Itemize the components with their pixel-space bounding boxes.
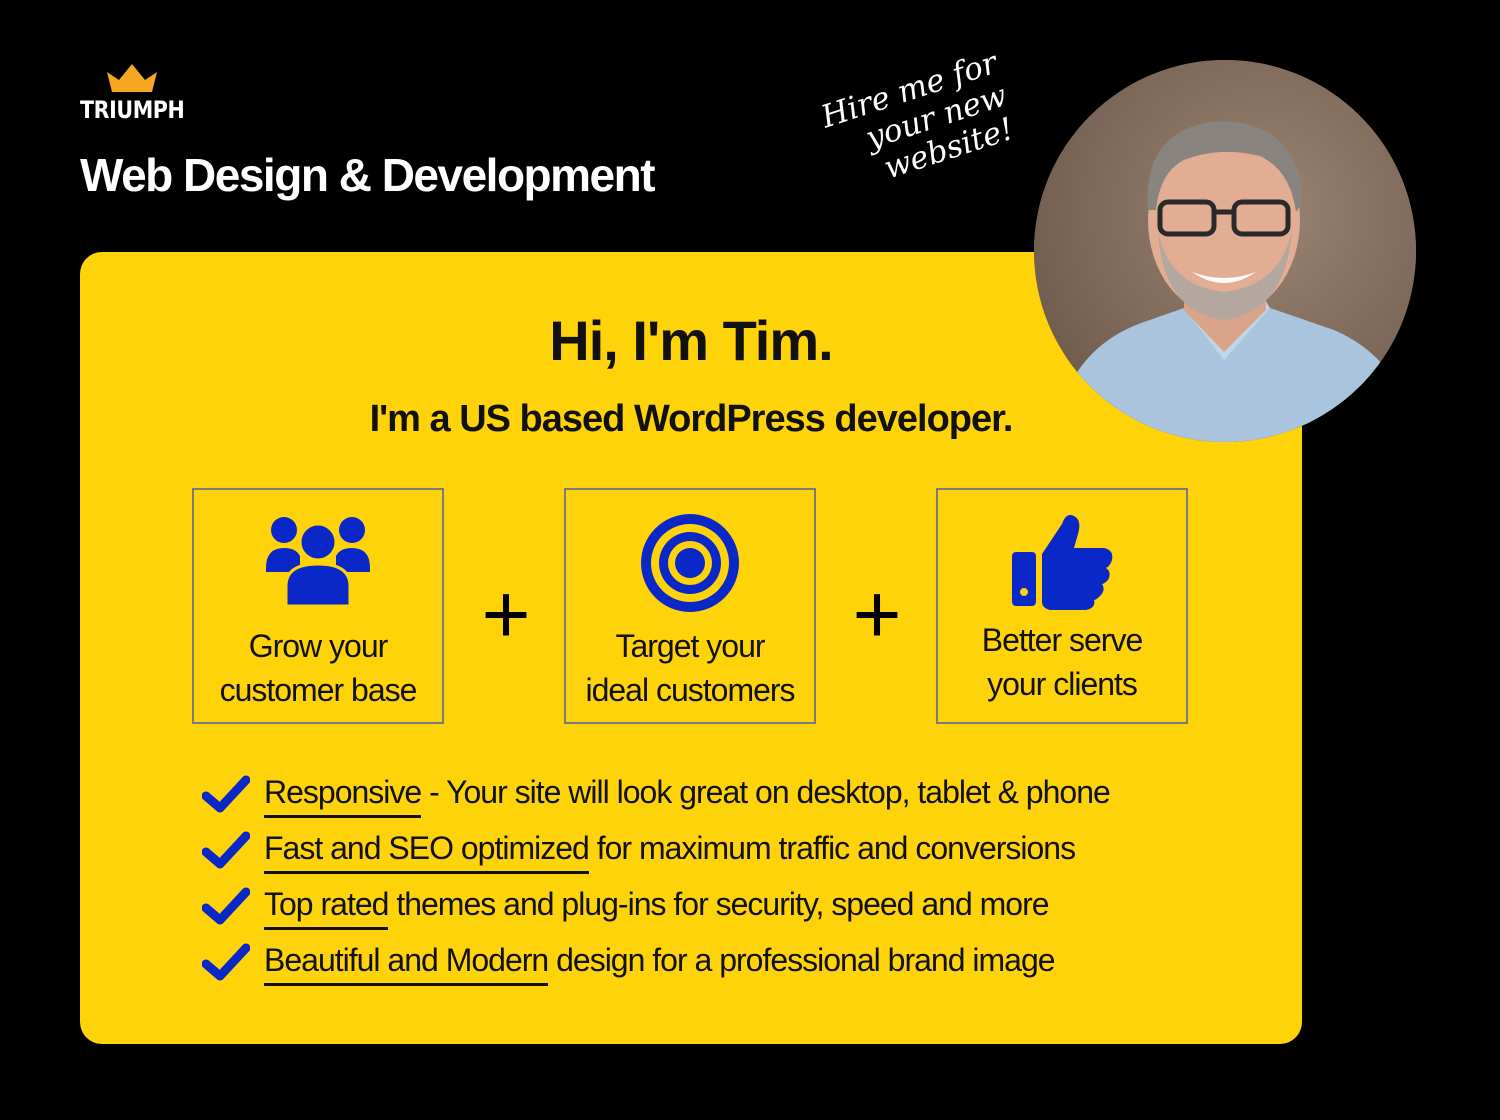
benefit-highlight: Top rated [264,886,389,930]
check-icon [202,887,250,925]
feature-grow-customers: Grow your customer base [192,488,444,724]
crown-icon [107,64,157,92]
check-icon [202,775,250,813]
plus-sign: + [481,567,531,661]
list-item: Responsive - Your site will look great o… [202,770,1262,826]
feature-serve-clients: Better serve your clients [936,488,1188,724]
portrait-illustration [1034,60,1416,442]
benefit-text: - Your site will look great on desktop, … [421,774,1111,810]
check-icon [202,943,250,981]
feature-label-line-2: your clients [987,666,1138,702]
benefits-list: Responsive - Your site will look great o… [202,770,1262,994]
feature-label-line-1: Target your [615,628,765,664]
page-title: Web Design & Development [80,149,656,201]
profile-photo [1034,60,1416,442]
plus-sign: + [852,567,902,661]
feature-label-line-1: Better serve [981,622,1144,658]
benefit-text: themes and plug-ins for security, speed … [388,886,1049,922]
check-icon [202,831,250,869]
feature-label-line-1: Grow your [248,628,389,664]
list-item: Beautiful and Modern design for a profes… [202,938,1262,994]
list-item: Fast and SEO optimized for maximum traff… [202,826,1262,882]
feature-label-line-2: customer base [219,672,418,708]
benefit-highlight: Responsive [264,774,422,818]
feature-target-customers: Target your ideal customers [564,488,816,724]
benefit-highlight: Fast and SEO optimized [264,830,590,874]
users-group-icon [266,517,370,608]
thumbs-up-icon [1012,515,1113,610]
benefit-highlight: Beautiful and Modern [264,942,549,986]
feature-label-line-2: ideal customers [585,672,795,708]
list-item: Top rated themes and plug-ins for securi… [202,882,1262,938]
target-icon [641,514,739,612]
benefit-text: design for a professional brand image [548,942,1055,978]
brand-logo-text: TRIUMPH [80,96,185,124]
benefit-text: for maximum traffic and conversions [588,830,1076,866]
